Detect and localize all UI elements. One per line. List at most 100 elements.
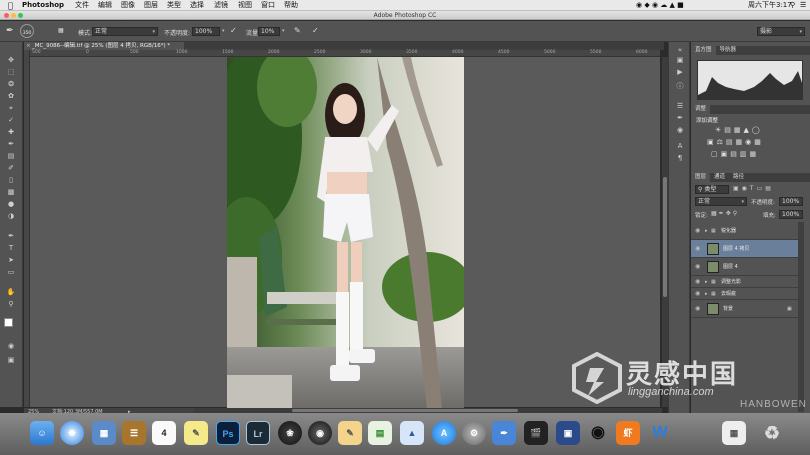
brush-panel-toggle-icon[interactable]: ▦	[58, 27, 64, 34]
menu-file[interactable]: 文件	[75, 0, 89, 11]
expand-arrow-icon[interactable]: ▸	[705, 222, 708, 240]
image-file-icon[interactable]: ▦	[722, 421, 746, 445]
eraser-tool-icon[interactable]: ▯	[4, 176, 18, 185]
fill-input[interactable]: 100%	[779, 210, 803, 219]
apple-menu-icon[interactable]: 	[8, 0, 13, 11]
brush-tool-icon[interactable]: ✒	[6, 26, 14, 36]
menu-window[interactable]: 窗口	[261, 0, 275, 11]
document-tab[interactable]: × _MC_9086--编辑.tif @ 25% (图层 4 拷贝, RGB/1…	[24, 42, 184, 50]
notification-center-icon[interactable]: ☰	[800, 0, 806, 11]
move-tool-icon[interactable]: ✥	[4, 56, 18, 65]
mode-select[interactable]: 正常 ▾	[92, 27, 158, 36]
preview-icon[interactable]: ▦	[92, 421, 116, 445]
camera-lens-icon[interactable]: ◉	[308, 421, 332, 445]
visibility-eye-icon[interactable]: ◉	[695, 276, 700, 288]
brush-tool-icon[interactable]: ✒	[4, 140, 18, 149]
properties-panel-icon[interactable]: ☰	[675, 102, 685, 111]
screen-sharing-icon[interactable]: ▣	[556, 421, 580, 445]
lasso-tool-icon[interactable]: ❂	[4, 80, 18, 89]
adjustment-icons-row-3[interactable]: ▢▣▤▥▦	[711, 150, 759, 158]
opacity-input[interactable]: 100%	[192, 27, 220, 36]
layer-row[interactable]: ◉ 图层 4	[691, 258, 798, 276]
layer-row[interactable]: ◉ ▸ ▦ 锐化器	[691, 222, 798, 240]
lock-icons[interactable]: ▦✒✥⚲	[711, 210, 739, 217]
horizontal-scroll-thumb[interactable]	[292, 409, 518, 412]
clone-source-panel-icon[interactable]: ◉	[675, 126, 685, 135]
marquee-tool-icon[interactable]: ⬚	[4, 68, 18, 77]
foreground-color-swatch[interactable]	[4, 318, 13, 327]
actions-panel-icon[interactable]: ▶	[675, 68, 685, 77]
qq-icon[interactable]: ◉	[586, 421, 610, 445]
keynote-icon[interactable]: ▲	[400, 421, 424, 445]
tab-histogram[interactable]: 直方图	[691, 46, 716, 55]
crop-tool-icon[interactable]: ⌖	[4, 104, 18, 113]
workspace-select[interactable]: 摄影 ▾	[757, 27, 805, 36]
w-app-icon[interactable]: W	[648, 421, 672, 445]
pressure-opacity-icon[interactable]: ✓	[230, 26, 237, 35]
adjustment-icons-row-1[interactable]: ☀▤▦▲◯	[715, 126, 763, 134]
menu-app-name[interactable]: Photoshop	[22, 0, 64, 11]
tab-adjustments[interactable]: 调整	[691, 105, 711, 114]
flow-dropdown-icon[interactable]: ▾	[282, 28, 285, 34]
layer-opacity-input[interactable]: 100%	[779, 197, 803, 206]
menu-view[interactable]: 视图	[238, 0, 252, 11]
adjustment-icons-row-2[interactable]: ▣⚖▤▦◉▦	[707, 138, 764, 146]
eyedropper-tool-icon[interactable]: ✓	[4, 116, 18, 125]
hand-tool-icon[interactable]: ✋	[4, 288, 18, 297]
menu-help[interactable]: 帮助	[284, 0, 298, 11]
visibility-eye-icon[interactable]: ◉	[695, 222, 700, 240]
airbrush-icon[interactable]: ✎	[294, 26, 301, 35]
dodge-tool-icon[interactable]: ◑	[4, 212, 18, 221]
blur-tool-icon[interactable]: ●	[4, 200, 18, 209]
visibility-eye-icon[interactable]: ◉	[695, 288, 700, 300]
close-tab-icon[interactable]: ×	[26, 42, 31, 50]
vertical-scroll-thumb[interactable]	[663, 177, 667, 297]
layer-row[interactable]: ◉ ▸ ▦ 去瑕疵	[691, 288, 798, 300]
menu-layer[interactable]: 图层	[144, 0, 158, 11]
lightroom-icon[interactable]: Lr	[246, 421, 270, 445]
gradient-tool-icon[interactable]: ▩	[4, 188, 18, 197]
zoom-tool-icon[interactable]: ⚲	[4, 300, 18, 309]
quick-select-tool-icon[interactable]: ✿	[4, 92, 18, 101]
menu-select[interactable]: 选择	[190, 0, 204, 11]
aperture-icon[interactable]: ❀	[278, 421, 302, 445]
finder-icon[interactable]: ☺	[30, 421, 54, 445]
opacity-dropdown-icon[interactable]: ▾	[222, 28, 225, 34]
layer-filter-select[interactable]: ⚲ 类型	[695, 185, 729, 194]
document-photo[interactable]	[227, 57, 464, 409]
calendar-icon[interactable]: 4	[152, 421, 176, 445]
search-icon[interactable]: ⚲	[790, 0, 795, 11]
brush-preset-picker[interactable]: 350	[20, 24, 34, 38]
stickies-icon[interactable]: ✎	[184, 421, 208, 445]
expand-arrow-icon[interactable]: ▸	[705, 276, 708, 288]
path-select-tool-icon[interactable]: ➤	[4, 256, 18, 265]
history-brush-tool-icon[interactable]: ✐	[4, 164, 18, 173]
layer-filter-icons[interactable]: ▣◉T▭▤	[733, 185, 774, 192]
collapse-icon[interactable]: «	[675, 46, 685, 55]
screen-mode-icon[interactable]: ▣	[4, 356, 18, 365]
pen-tool-icon[interactable]: ✒	[4, 232, 18, 241]
safari-icon[interactable]: ❋	[60, 421, 84, 445]
status-icons[interactable]: ◉ ◆ ◉ ☁ ▲ ■	[636, 0, 684, 11]
notes-book-icon[interactable]: ☰	[122, 421, 146, 445]
brush-panel-icon[interactable]: ✒	[675, 114, 685, 123]
xcode-icon[interactable]: ✒	[492, 421, 516, 445]
xiami-icon[interactable]: 虾	[616, 421, 640, 445]
photoshop-icon[interactable]: Ps	[216, 421, 240, 445]
layer-row-selected[interactable]: ◉ 图层 4 拷贝	[691, 240, 798, 258]
menubar-clock[interactable]: 周六下午3:17	[748, 0, 792, 11]
numbers-icon[interactable]: ▤	[368, 421, 392, 445]
menu-type[interactable]: 类型	[167, 0, 181, 11]
history-panel-icon[interactable]: ▣	[675, 56, 685, 65]
quick-mask-icon[interactable]: ◉	[4, 342, 18, 351]
layer-row[interactable]: ◉ 背景 ▣	[691, 300, 798, 318]
app-store-icon[interactable]: A	[432, 421, 456, 445]
tab-navigator[interactable]: 导航器	[716, 46, 741, 55]
tab-layers[interactable]: 图层	[691, 173, 711, 182]
tab-channels[interactable]: 通道	[710, 173, 729, 182]
healing-brush-tool-icon[interactable]: ✚	[4, 128, 18, 137]
flow-input[interactable]: 10%	[258, 27, 280, 36]
menu-image[interactable]: 图像	[121, 0, 135, 11]
shape-tool-icon[interactable]: ▭	[4, 268, 18, 277]
menu-edit[interactable]: 编辑	[98, 0, 112, 11]
